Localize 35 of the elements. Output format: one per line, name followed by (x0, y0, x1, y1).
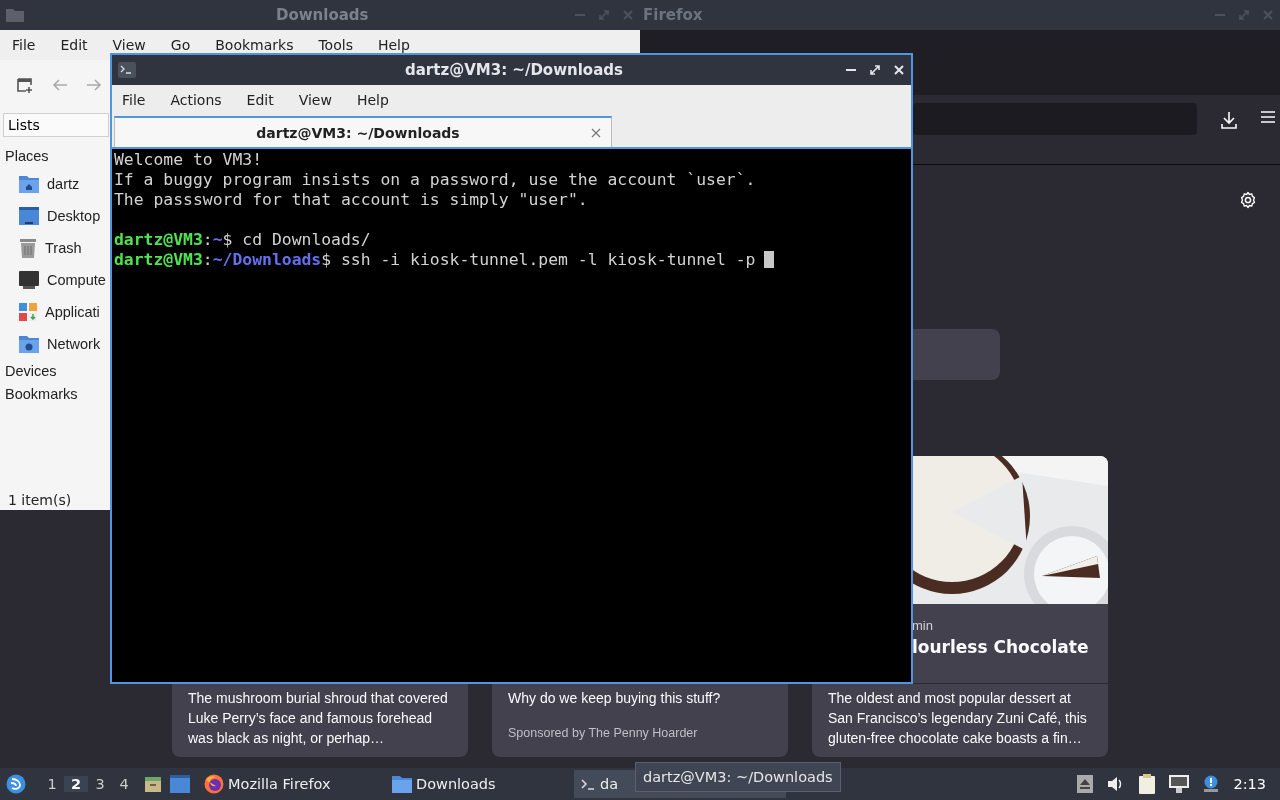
prompt-path: ~/Downloads (212, 250, 322, 269)
prompt-user: dartz@VM3 (114, 230, 203, 249)
prompt-sign: $ (222, 230, 233, 249)
card-excerpt: Why do we keep buying this stuff? (508, 689, 722, 708)
prompt-separator: : (202, 250, 213, 269)
place-label: dartz (47, 176, 80, 192)
place-label: Trash (45, 240, 82, 256)
tab-label: dartz@VM3: ~/Downloads (255, 124, 461, 141)
clock: 2:13 (1233, 776, 1266, 792)
card-headline: lourless Chocolate (912, 637, 1090, 657)
prompt-sign: $ (321, 250, 332, 269)
task-label: Mozilla Firefox (228, 776, 331, 792)
place-label: Network (47, 336, 101, 352)
window-title: Downloads (276, 6, 369, 24)
place-label: Desktop (47, 208, 101, 224)
sponsor-label: Sponsored by The Penny Hoarder (508, 726, 699, 740)
terminal-output: Welcome to VM3! (114, 150, 264, 170)
place-label: Compute (47, 272, 106, 288)
terminal-output: The passsword for that account is simply "user". (114, 190, 589, 210)
task-label: Downloads (416, 776, 496, 792)
prompt-path: ~ (212, 230, 223, 249)
prompt-separator: : (202, 230, 213, 249)
terminal-output: If a buggy program insists on a password, use the account `user`. (114, 170, 757, 190)
window-title: dartz@VM3: ~/Downloads (405, 61, 623, 79)
place-label: Applicati (45, 304, 100, 320)
command-text: cd Downloads/ (242, 230, 371, 249)
command-text: ssh -i kiosk-tunnel.pem -l kiosk-tunnel -p (341, 250, 756, 269)
tooltip: dartz@VM3: ~/Downloads (635, 762, 841, 792)
window-title: Firefox (643, 6, 703, 24)
prompt-user: dartz@VM3 (114, 250, 203, 269)
card-excerpt: The oldest and most popular dessert at San Francisco’s legendary Zuni Café, this gluten-free chocolate cake boasts a fin… (828, 689, 1088, 748)
card-excerpt: The mushroom burial shroud that covered Luke Perry’s face and famous forehead was black as night, or perhap… (188, 689, 449, 748)
read-time: min (912, 618, 934, 633)
task-label: da (600, 776, 619, 792)
status-text: 1 item(s) (7, 492, 73, 510)
